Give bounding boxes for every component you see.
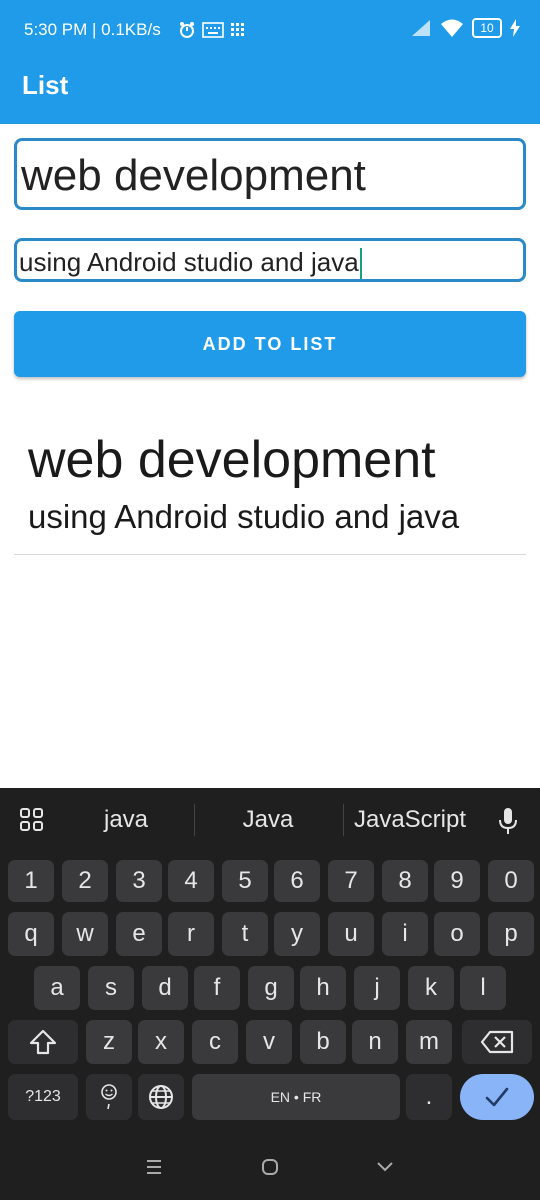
shift-icon bbox=[29, 1029, 57, 1055]
status-bar: 5:30 PM | 0.1KB/s 10 bbox=[0, 0, 540, 48]
checkmark-icon bbox=[485, 1087, 509, 1107]
title-input-value: web development bbox=[21, 151, 366, 200]
suggestion-divider bbox=[343, 804, 344, 836]
battery-level: 10 bbox=[480, 21, 494, 35]
recent-apps-icon[interactable] bbox=[146, 1158, 162, 1176]
key-i[interactable]: i bbox=[382, 912, 428, 956]
key-6[interactable]: 6 bbox=[274, 860, 320, 902]
key-o[interactable]: o bbox=[434, 912, 480, 956]
shift-key[interactable] bbox=[8, 1020, 78, 1064]
suggestion-1[interactable]: java bbox=[86, 806, 166, 834]
backspace-key[interactable] bbox=[462, 1020, 532, 1064]
key-f[interactable]: f bbox=[194, 966, 240, 1010]
text-cursor bbox=[359, 248, 362, 279]
status-left-icons bbox=[178, 21, 246, 39]
key-1[interactable]: 1 bbox=[8, 860, 54, 902]
key-g[interactable]: g bbox=[248, 966, 294, 1010]
key-u[interactable]: u bbox=[328, 912, 374, 956]
keyboard-notification-icon bbox=[202, 22, 224, 38]
suggestion-bar: java Java JavaScript bbox=[0, 788, 540, 852]
description-input[interactable]: using Android studio and java bbox=[14, 238, 526, 282]
key-3[interactable]: 3 bbox=[116, 860, 162, 902]
suggestion-3[interactable]: JavaScript bbox=[350, 806, 470, 834]
key-0[interactable]: 0 bbox=[488, 860, 534, 902]
space-bar[interactable]: EN • FR bbox=[192, 1074, 400, 1120]
suggestion-2[interactable]: Java bbox=[226, 806, 310, 834]
key-c[interactable]: c bbox=[192, 1020, 238, 1064]
add-to-list-button[interactable]: ADD TO LIST bbox=[14, 311, 526, 377]
key-p[interactable]: p bbox=[488, 912, 534, 956]
symbols-key[interactable]: ?123 bbox=[8, 1074, 78, 1120]
list-item-description: using Android studio and java bbox=[28, 498, 460, 535]
key-9[interactable]: 9 bbox=[434, 860, 480, 902]
key-t[interactable]: t bbox=[222, 912, 268, 956]
key-4[interactable]: 4 bbox=[168, 860, 214, 902]
list-item-title: web development bbox=[28, 431, 436, 489]
key-5[interactable]: 5 bbox=[222, 860, 268, 902]
key-d[interactable]: d bbox=[142, 966, 188, 1010]
key-y[interactable]: y bbox=[274, 912, 320, 956]
key-v[interactable]: v bbox=[246, 1020, 292, 1064]
key-8[interactable]: 8 bbox=[382, 860, 428, 902]
suggestion-divider bbox=[194, 804, 195, 836]
key-m[interactable]: m bbox=[406, 1020, 452, 1064]
key-z[interactable]: z bbox=[86, 1020, 132, 1064]
period-key[interactable]: . bbox=[406, 1074, 452, 1120]
battery-icon: 10 bbox=[472, 18, 502, 38]
globe-icon bbox=[149, 1085, 173, 1109]
status-right-icons: 10 bbox=[410, 18, 520, 38]
key-h[interactable]: h bbox=[300, 966, 346, 1010]
back-chevron-icon[interactable] bbox=[376, 1160, 394, 1174]
more-notifications-icon bbox=[231, 23, 244, 36]
key-n[interactable]: n bbox=[352, 1020, 398, 1064]
enter-key[interactable] bbox=[460, 1074, 534, 1120]
microphone-icon[interactable] bbox=[496, 806, 520, 836]
key-2[interactable]: 2 bbox=[62, 860, 108, 902]
key-7[interactable]: 7 bbox=[328, 860, 374, 902]
emoji-icon bbox=[101, 1084, 117, 1110]
page-title: List bbox=[22, 70, 69, 100]
key-x[interactable]: x bbox=[138, 1020, 184, 1064]
key-s[interactable]: s bbox=[88, 966, 134, 1010]
key-a[interactable]: a bbox=[34, 966, 80, 1010]
alarm-icon bbox=[180, 22, 194, 38]
title-input[interactable]: web development bbox=[14, 138, 526, 210]
language-key[interactable] bbox=[138, 1074, 184, 1120]
wifi-icon bbox=[441, 19, 463, 37]
key-w[interactable]: w bbox=[62, 912, 108, 956]
emoji-key[interactable] bbox=[86, 1074, 132, 1120]
key-b[interactable]: b bbox=[300, 1020, 346, 1064]
key-r[interactable]: r bbox=[168, 912, 214, 956]
key-l[interactable]: l bbox=[460, 966, 506, 1010]
apps-grid-icon[interactable] bbox=[20, 808, 44, 832]
key-k[interactable]: k bbox=[408, 966, 454, 1010]
key-j[interactable]: j bbox=[354, 966, 400, 1010]
navigation-bar bbox=[0, 1140, 540, 1200]
list-item[interactable]: web development using Android studio and… bbox=[14, 420, 526, 555]
status-time: 5:30 PM | 0.1KB/s bbox=[24, 20, 161, 39]
app-bar: List bbox=[0, 48, 540, 124]
key-q[interactable]: q bbox=[8, 912, 54, 956]
backspace-icon bbox=[480, 1030, 514, 1054]
home-icon[interactable] bbox=[261, 1158, 279, 1176]
soft-keyboard: java Java JavaScript 1 2 3 4 5 6 7 8 9 0… bbox=[0, 788, 540, 1200]
description-input-value: using Android studio and java bbox=[19, 247, 359, 277]
key-e[interactable]: e bbox=[116, 912, 162, 956]
charging-icon bbox=[510, 19, 520, 37]
signal-icon bbox=[412, 20, 430, 36]
